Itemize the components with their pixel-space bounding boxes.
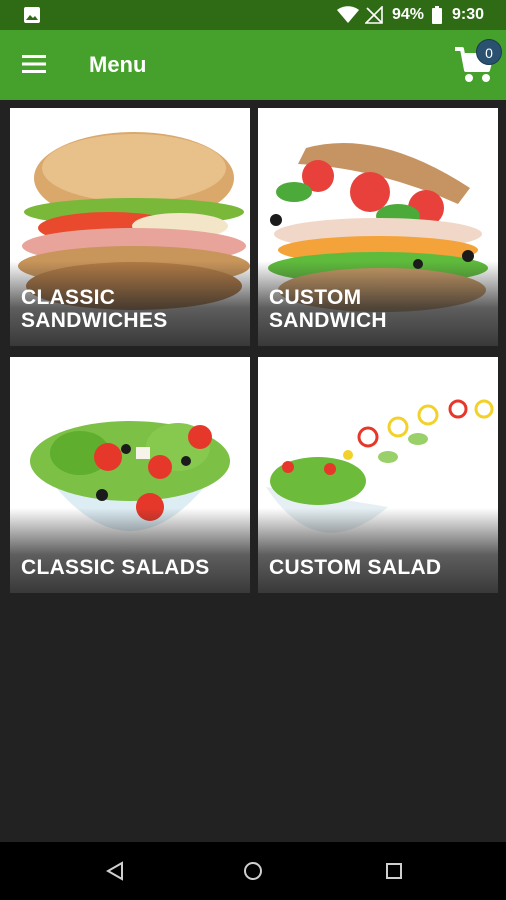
label-line-2: SANDWICH <box>269 309 387 332</box>
menu-card-custom-salad[interactable]: CUSTOM SALAD <box>258 357 498 593</box>
clock: 9:30 <box>452 6 485 23</box>
home-icon[interactable] <box>242 860 264 882</box>
card-overlay <box>258 508 498 593</box>
label-line-2: SANDWICHES <box>21 309 168 332</box>
menu-card-label: CUSTOM SALAD <box>269 556 442 579</box>
status-bar: 94% 9:30 <box>0 0 506 30</box>
label-line-1: CUSTOM <box>269 286 362 309</box>
recents-icon[interactable] <box>383 860 405 882</box>
hamburger-menu-icon[interactable] <box>22 53 46 75</box>
app-bar: Menu 0 <box>0 30 506 100</box>
menu-card-classic-sandwiches[interactable]: CLASSIC SANDWICHES <box>10 108 250 346</box>
menu-card-label: CLASSIC SALADS <box>21 556 210 579</box>
label-line-1: CLASSIC <box>21 286 116 309</box>
page-title: Menu <box>89 52 147 77</box>
battery-percentage: 94% <box>392 6 425 23</box>
menu-card-custom-sandwich[interactable]: CUSTOM SANDWICH <box>258 108 498 346</box>
wifi-icon <box>337 6 359 23</box>
menu-card-classic-salads[interactable]: CLASSIC SALADS <box>10 357 250 593</box>
cart-button[interactable]: 0 <box>455 39 502 86</box>
menu-card-label: CLASSIC SANDWICHES <box>21 286 168 332</box>
photo-icon <box>24 7 40 23</box>
signal-off-icon <box>365 6 383 24</box>
back-icon[interactable] <box>104 860 126 882</box>
battery-icon <box>432 6 442 24</box>
cart-count-badge: 0 <box>476 39 502 65</box>
menu-card-label: CUSTOM SANDWICH <box>269 286 387 332</box>
system-navigation-bar <box>0 842 506 900</box>
card-overlay <box>10 508 250 593</box>
